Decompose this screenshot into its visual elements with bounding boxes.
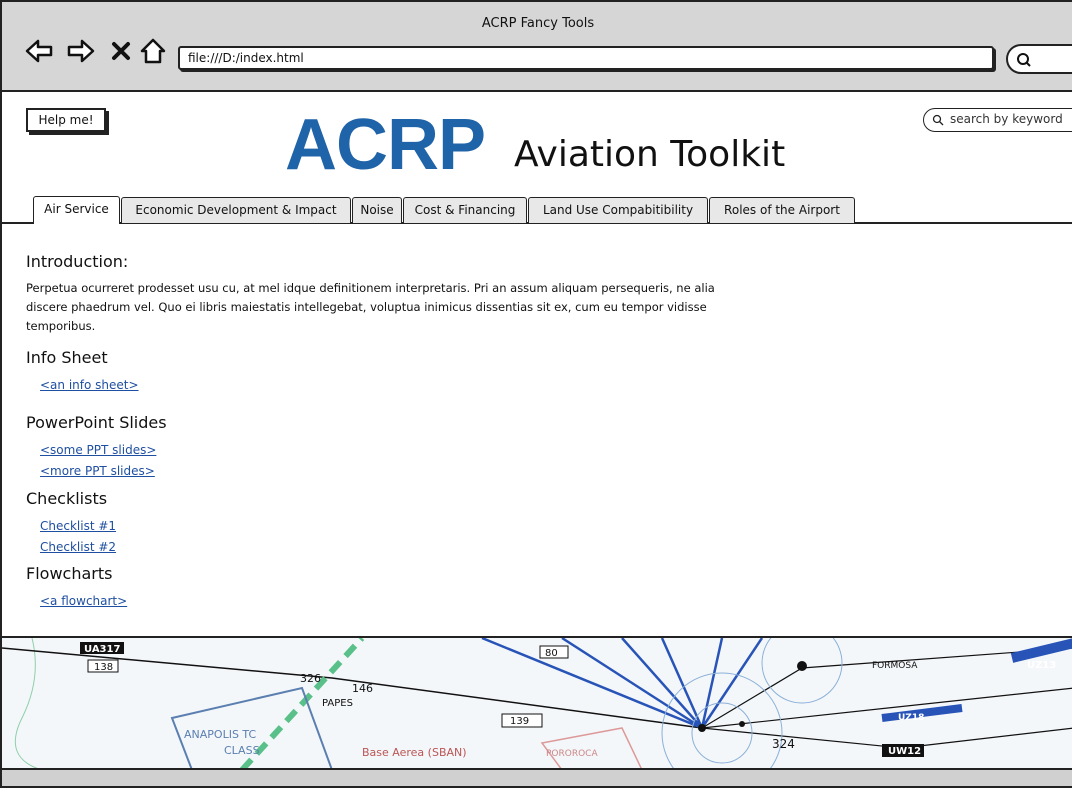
close-x-icon[interactable] bbox=[106, 36, 136, 66]
intro-paragraph: Perpetua ocurreret prodesset usu cu, at … bbox=[26, 281, 715, 333]
map-label: UA317 bbox=[84, 644, 120, 655]
info-sheet-heading: Info Sheet bbox=[26, 348, 108, 367]
logo-title: Aviation Toolkit bbox=[514, 134, 786, 175]
map-label: 324 bbox=[772, 737, 795, 751]
flowchart-link[interactable]: <a flowchart> bbox=[40, 591, 127, 612]
tab-land-use[interactable]: Land Use Compabitibility bbox=[528, 197, 708, 223]
info-sheet-link[interactable]: <an info sheet> bbox=[40, 375, 139, 396]
intro-heading: Introduction: bbox=[26, 252, 129, 271]
status-bar bbox=[2, 768, 1072, 786]
checklist-link[interactable]: Checklist #1 bbox=[40, 516, 116, 537]
tab-air-service[interactable]: Air Service bbox=[33, 196, 120, 224]
ppt-heading: PowerPoint Slides bbox=[26, 413, 167, 432]
browser-search-field[interactable] bbox=[1006, 44, 1072, 74]
search-icon bbox=[932, 114, 944, 126]
map-label: 326 bbox=[300, 672, 321, 685]
keyword-search-placeholder: search by keyword bbox=[950, 112, 1063, 126]
map-label: PAPES bbox=[322, 698, 353, 709]
map-label: POROROCA bbox=[546, 749, 598, 759]
info-sheet-section: Info Sheet <an info sheet> bbox=[26, 348, 139, 396]
flowcharts-section: Flowcharts <a flowchart> bbox=[26, 564, 127, 612]
introduction-section: Introduction: Perpetua ocurreret prodess… bbox=[26, 252, 716, 348]
ppt-link[interactable]: <more PPT slides> bbox=[40, 461, 167, 482]
logo-acrp: ACRP bbox=[285, 105, 486, 185]
map-label: 146 bbox=[352, 682, 373, 695]
search-icon bbox=[1017, 53, 1031, 67]
map-label: 80 bbox=[545, 648, 558, 659]
checklist-link[interactable]: Checklist #2 bbox=[40, 537, 116, 558]
tab-cost-financing[interactable]: Cost & Financing bbox=[403, 197, 527, 223]
forward-arrow-icon[interactable] bbox=[66, 36, 96, 66]
browser-toolbar: ACRP Fancy Tools file:///D:/index.html bbox=[2, 2, 1072, 92]
map-label: UZ13 bbox=[1027, 660, 1056, 671]
flowcharts-heading: Flowcharts bbox=[26, 564, 113, 583]
help-button[interactable]: Help me! bbox=[26, 108, 106, 132]
map-label: 138 bbox=[94, 662, 113, 673]
checklists-heading: Checklists bbox=[26, 489, 108, 508]
window-title: ACRP Fancy Tools bbox=[481, 16, 595, 31]
ppt-section: PowerPoint Slides <some PPT slides> <mor… bbox=[26, 413, 167, 482]
home-icon[interactable] bbox=[138, 36, 168, 66]
aviation-chart-map: UA317 138 326 146 PAPES 139 80 324 FORMO… bbox=[2, 636, 1072, 768]
map-label: 139 bbox=[510, 716, 529, 727]
browser-window: ACRP Fancy Tools file:///D:/index.html H… bbox=[0, 0, 1072, 788]
map-label: FORMOSA bbox=[872, 661, 918, 671]
ppt-link[interactable]: <some PPT slides> bbox=[40, 440, 167, 461]
map-label: UW12 bbox=[888, 746, 921, 757]
back-arrow-icon[interactable] bbox=[24, 36, 54, 66]
keyword-search-input[interactable]: search by keyword bbox=[923, 108, 1072, 132]
tab-noise[interactable]: Noise bbox=[352, 197, 402, 223]
tab-roles-of-airport[interactable]: Roles of the Airport bbox=[709, 197, 855, 223]
tab-economic-development[interactable]: Economic Development & Impact bbox=[121, 197, 351, 223]
map-label: ANAPOLIS TC bbox=[184, 728, 256, 741]
map-label: Base Aerea (SBAN) bbox=[362, 746, 467, 759]
map-graphic: UA317 138 326 146 PAPES 139 80 324 FORMO… bbox=[2, 638, 1072, 768]
checklists-section: Checklists Checklist #1 Checklist #2 bbox=[26, 489, 116, 558]
map-label: UZ18 bbox=[898, 713, 924, 723]
url-field[interactable]: file:///D:/index.html bbox=[178, 46, 994, 70]
map-label: CLASS bbox=[224, 744, 260, 757]
